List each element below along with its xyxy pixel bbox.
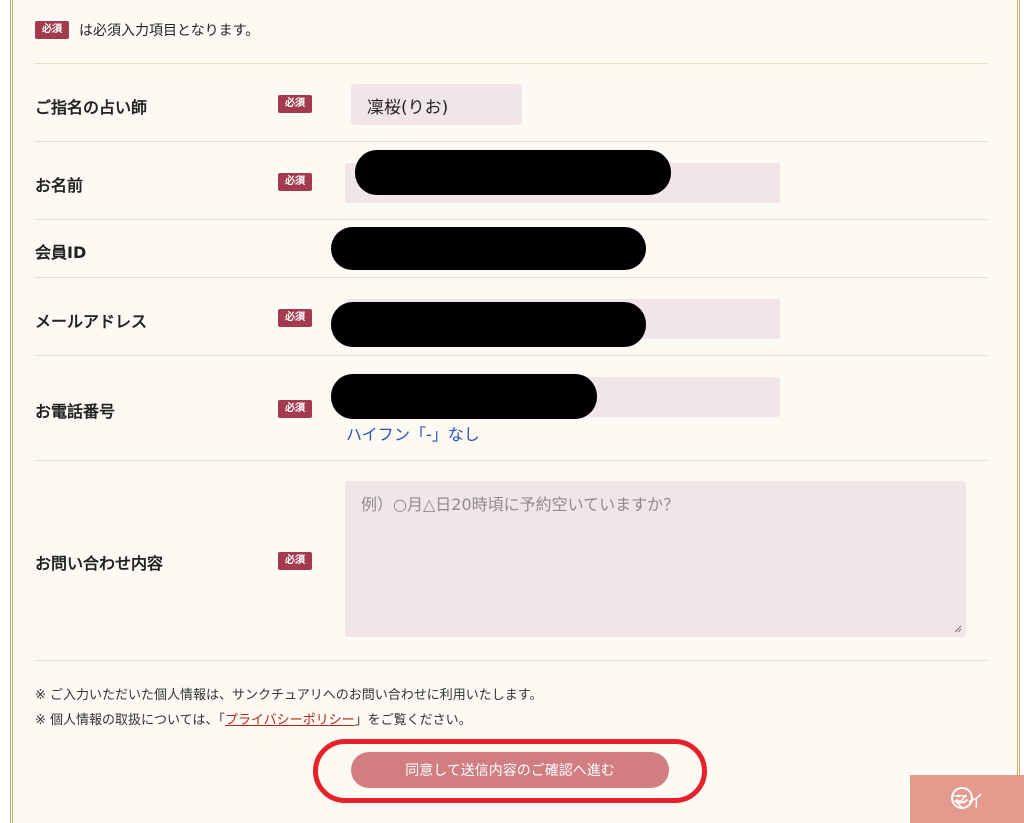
inquiry-textarea[interactable]: 例）○月△日20時頃に予約空いていますか？	[345, 481, 966, 637]
inquiry-label: お問い合わせ内容	[35, 554, 164, 573]
privacy-policy-link[interactable]: プライバシーポリシー	[225, 713, 355, 728]
email-label: メールアドレス	[35, 312, 148, 331]
required-badge: 必須	[278, 552, 312, 570]
required-badge: 必須	[278, 309, 312, 327]
phone-hint: ハイフン「-」なし	[346, 425, 480, 444]
divider	[35, 141, 987, 142]
privacy-note-prefix: ※ 個人情報の取扱については、「	[35, 713, 225, 728]
redaction	[331, 302, 646, 347]
required-badge: 必須	[278, 400, 312, 418]
privacy-note-suffix: 」をご覧ください。	[354, 713, 472, 728]
divider	[35, 63, 987, 64]
name-label: お名前	[35, 176, 84, 195]
redaction	[331, 374, 597, 419]
required-badge: 必須	[278, 95, 312, 113]
divider	[35, 219, 987, 220]
inquiry-placeholder: 例）○月△日20時頃に予約空いていますか？	[361, 495, 680, 514]
fortune-teller-value: 凜桜(りお)	[367, 98, 449, 118]
fortune-teller-field[interactable]: 凜桜(りお)	[351, 84, 522, 125]
required-badge: 必須	[278, 173, 312, 191]
privacy-notes: ※ ご入力いただいた個人情報は、サンクチュアリへのお問い合わせに利用いたします。…	[35, 683, 542, 733]
divider	[35, 355, 987, 356]
redaction	[331, 227, 646, 270]
smile-icon	[951, 787, 973, 809]
divider	[35, 277, 987, 278]
phone-label: お電話番号	[35, 402, 116, 421]
highlight-circle	[313, 739, 707, 803]
redaction	[355, 150, 671, 195]
resize-handle-icon[interactable]	[954, 625, 962, 633]
privacy-note-1: ※ ご入力いただいた個人情報は、サンクチュアリへのお問い合わせに利用いたします。	[35, 688, 543, 703]
privacy-note-2: ※ 個人情報の取扱については、「プライバシーポリシー」をご覧ください。	[35, 708, 542, 733]
required-note-text: は必須入力項目となります。	[79, 23, 260, 39]
fortune-teller-label: ご指名の占い師	[35, 98, 148, 117]
divider	[35, 660, 987, 661]
required-note: 必須 は必須入力項目となります。	[35, 20, 259, 40]
required-badge: 必須	[35, 21, 69, 39]
member-id-label: 会員ID	[35, 243, 87, 262]
divider	[35, 460, 987, 461]
